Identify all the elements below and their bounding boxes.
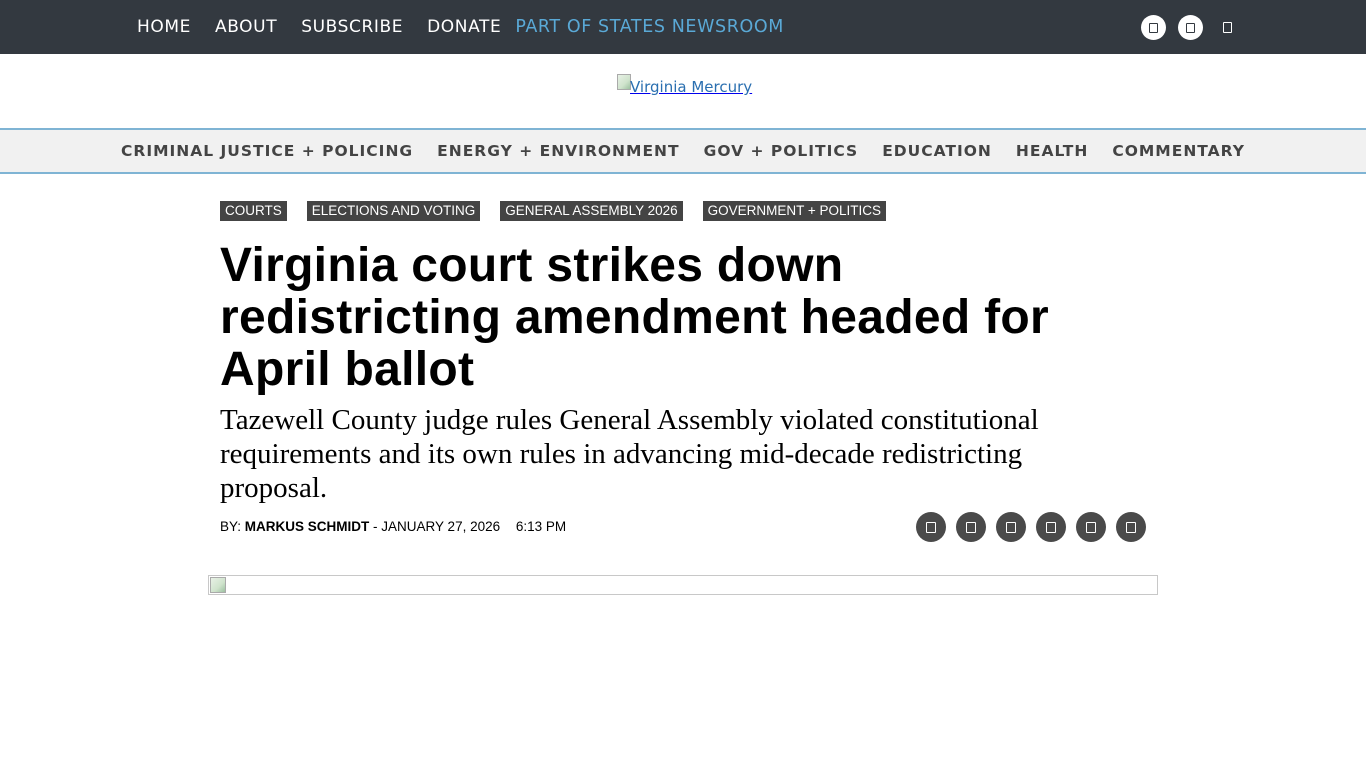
glyph [1149,22,1158,33]
category-education[interactable]: EDUCATION [882,142,992,160]
tag-government-politics[interactable]: GOVERNMENT + POLITICS [702,201,887,221]
share-icon[interactable] [1116,512,1146,542]
share-buttons [916,512,1156,542]
glyph [926,521,936,533]
category-nav: CRIMINAL JUSTICE + POLICING ENERGY + ENV… [0,128,1366,174]
category-gov-politics[interactable]: GOV + POLITICS [704,142,859,160]
article-tags: COURTS ELECTIONS AND VOTING GENERAL ASSE… [220,201,906,221]
site-logo[interactable]: Virginia Mercury [617,74,752,100]
top-bar: HOME ABOUT SUBSCRIBE DONATE PART OF STAT… [0,0,1366,54]
broken-image-icon [617,74,631,90]
byline: BY: MARKUS SCHMIDT - JANUARY 27, 2026 6:… [220,519,566,534]
featured-image [208,575,1158,595]
social-icon[interactable] [1141,15,1166,40]
publish-date: JANUARY 27, 2026 [381,519,501,534]
nav-about-link[interactable]: ABOUT [215,0,277,54]
tag-general-assembly-2026[interactable]: GENERAL ASSEMBLY 2026 [500,201,683,221]
logo-alt-text: Virginia Mercury [630,78,753,96]
share-icon[interactable] [916,512,946,542]
byline-separator: - [369,519,382,534]
tag-courts[interactable]: COURTS [220,201,287,221]
glyph [1006,521,1016,533]
article-subhead: Tazewell County judge rules General Asse… [220,404,1039,504]
states-newsroom-link[interactable]: PART OF STATES NEWSROOM [515,0,784,54]
glyph [1046,521,1056,533]
nav-subscribe-link[interactable]: SUBSCRIBE [301,0,403,54]
nav-donate-link[interactable]: DONATE [427,0,501,54]
glyph [1186,22,1195,33]
top-icons [1129,15,1240,40]
share-icon[interactable] [1036,512,1066,542]
glyph [966,521,976,533]
social-icon[interactable] [1178,15,1203,40]
tag-elections-voting[interactable]: ELECTIONS AND VOTING [306,201,481,221]
glyph [1223,22,1232,33]
nav-home-link[interactable]: HOME [137,0,191,54]
share-icon[interactable] [956,512,986,542]
article-headline: Virginia court strikes down redistrictin… [220,239,1050,396]
glyph [1126,521,1136,533]
broken-image-icon [210,577,226,593]
logo-area: Virginia Mercury [0,54,1366,128]
top-nav: HOME ABOUT SUBSCRIBE DONATE PART OF STAT… [137,0,784,54]
category-commentary[interactable]: COMMENTARY [1112,142,1245,160]
category-health[interactable]: HEALTH [1016,142,1088,160]
author-link[interactable]: MARKUS SCHMIDT [245,519,370,534]
byline-label: BY: [220,519,242,534]
share-icon[interactable] [1076,512,1106,542]
category-criminal-justice[interactable]: CRIMINAL JUSTICE + POLICING [121,142,413,160]
glyph [1086,521,1096,533]
publish-time: 6:13 PM [515,519,567,534]
category-energy-environment[interactable]: ENERGY + ENVIRONMENT [437,142,679,160]
share-icon[interactable] [996,512,1026,542]
search-icon[interactable] [1215,15,1240,40]
